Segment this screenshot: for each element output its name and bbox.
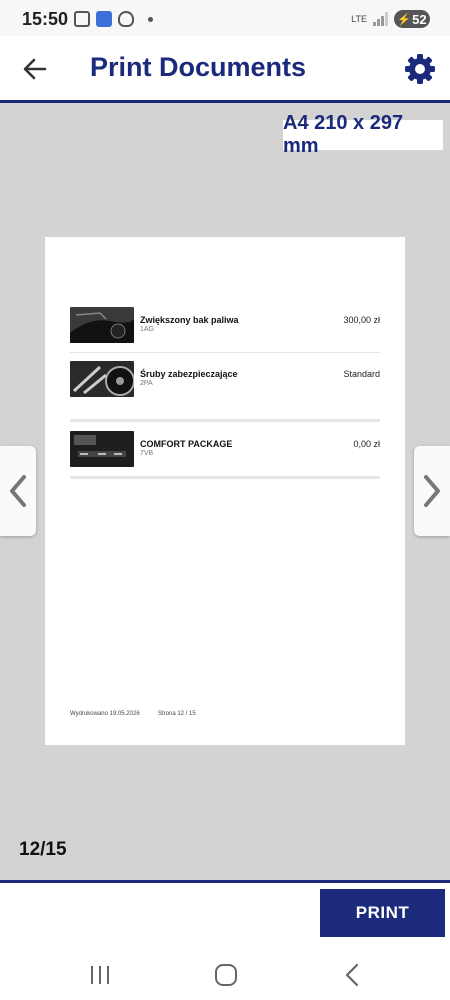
chevron-left-icon (345, 963, 359, 987)
recent-apps-icon (91, 966, 109, 984)
charging-icon: ⚡ (397, 13, 412, 26)
chevron-right-icon (424, 475, 440, 507)
app-bar: Print Documents (0, 36, 450, 103)
recent-apps-button[interactable] (85, 960, 115, 990)
status-right: LTE ⚡ 52 (351, 10, 430, 28)
next-page-button[interactable] (414, 446, 450, 536)
section-divider (70, 476, 380, 479)
option-name: Zwiększony bak paliwa (140, 315, 239, 325)
item-divider (70, 352, 380, 353)
section-divider (70, 419, 380, 422)
option-code: 1AG (140, 326, 155, 333)
signal-icon (373, 12, 388, 26)
print-button[interactable]: PRINT (320, 889, 445, 937)
home-button[interactable] (211, 960, 241, 990)
option-thumbnail (70, 307, 134, 343)
option-thumbnail (70, 361, 134, 397)
document-viewer[interactable]: A4 210 x 297 mm Zwiększony bak paliwa 1A… (0, 103, 450, 880)
network-type: LTE (351, 13, 367, 24)
option-code: 7VB (140, 450, 154, 457)
option-price: 0,00 zł (353, 439, 380, 449)
page-number: Strona 12 / 15 (158, 711, 196, 717)
system-navigation-bar (0, 950, 450, 1000)
page-title: Print Documents (90, 52, 307, 82)
option-code: 2PA (140, 380, 153, 387)
status-time: 15:50 (22, 9, 69, 29)
screenshot-icon (74, 11, 90, 27)
bottom-bar: PRINT (0, 880, 450, 953)
more-notifications-dot (148, 16, 153, 22)
option-price: Standard (343, 369, 380, 379)
printed-date: Wydrukowano 19.05.2026 (70, 711, 140, 717)
chevron-left-icon (10, 475, 26, 507)
app-notification-icon (96, 11, 112, 27)
settings-button[interactable] (402, 51, 438, 87)
option-price: 300,00 zł (343, 315, 380, 325)
back-button[interactable] (18, 52, 52, 86)
option-thumbnail (70, 431, 134, 467)
system-back-button[interactable] (337, 960, 367, 990)
battery-indicator: ⚡ 52 (394, 10, 430, 28)
status-bar: 15:50 LTE ⚡ 52 (0, 0, 450, 36)
option-name: Śruby zabezpieczające (140, 369, 238, 379)
shield-icon (118, 11, 134, 27)
document-page-preview: Zwiększony bak paliwa 1AG 300,00 zł Śrub… (45, 237, 405, 745)
notification-icons (74, 10, 153, 28)
paper-size-label[interactable]: A4 210 x 297 mm (283, 112, 443, 157)
previous-page-button[interactable] (0, 446, 36, 536)
home-icon (215, 964, 237, 986)
gear-icon (405, 54, 435, 84)
battery-level: 52 (412, 11, 427, 27)
option-name: COMFORT PACKAGE (140, 439, 233, 449)
page-counter: 12/15 (19, 839, 67, 860)
arrow-left-icon (23, 58, 47, 80)
